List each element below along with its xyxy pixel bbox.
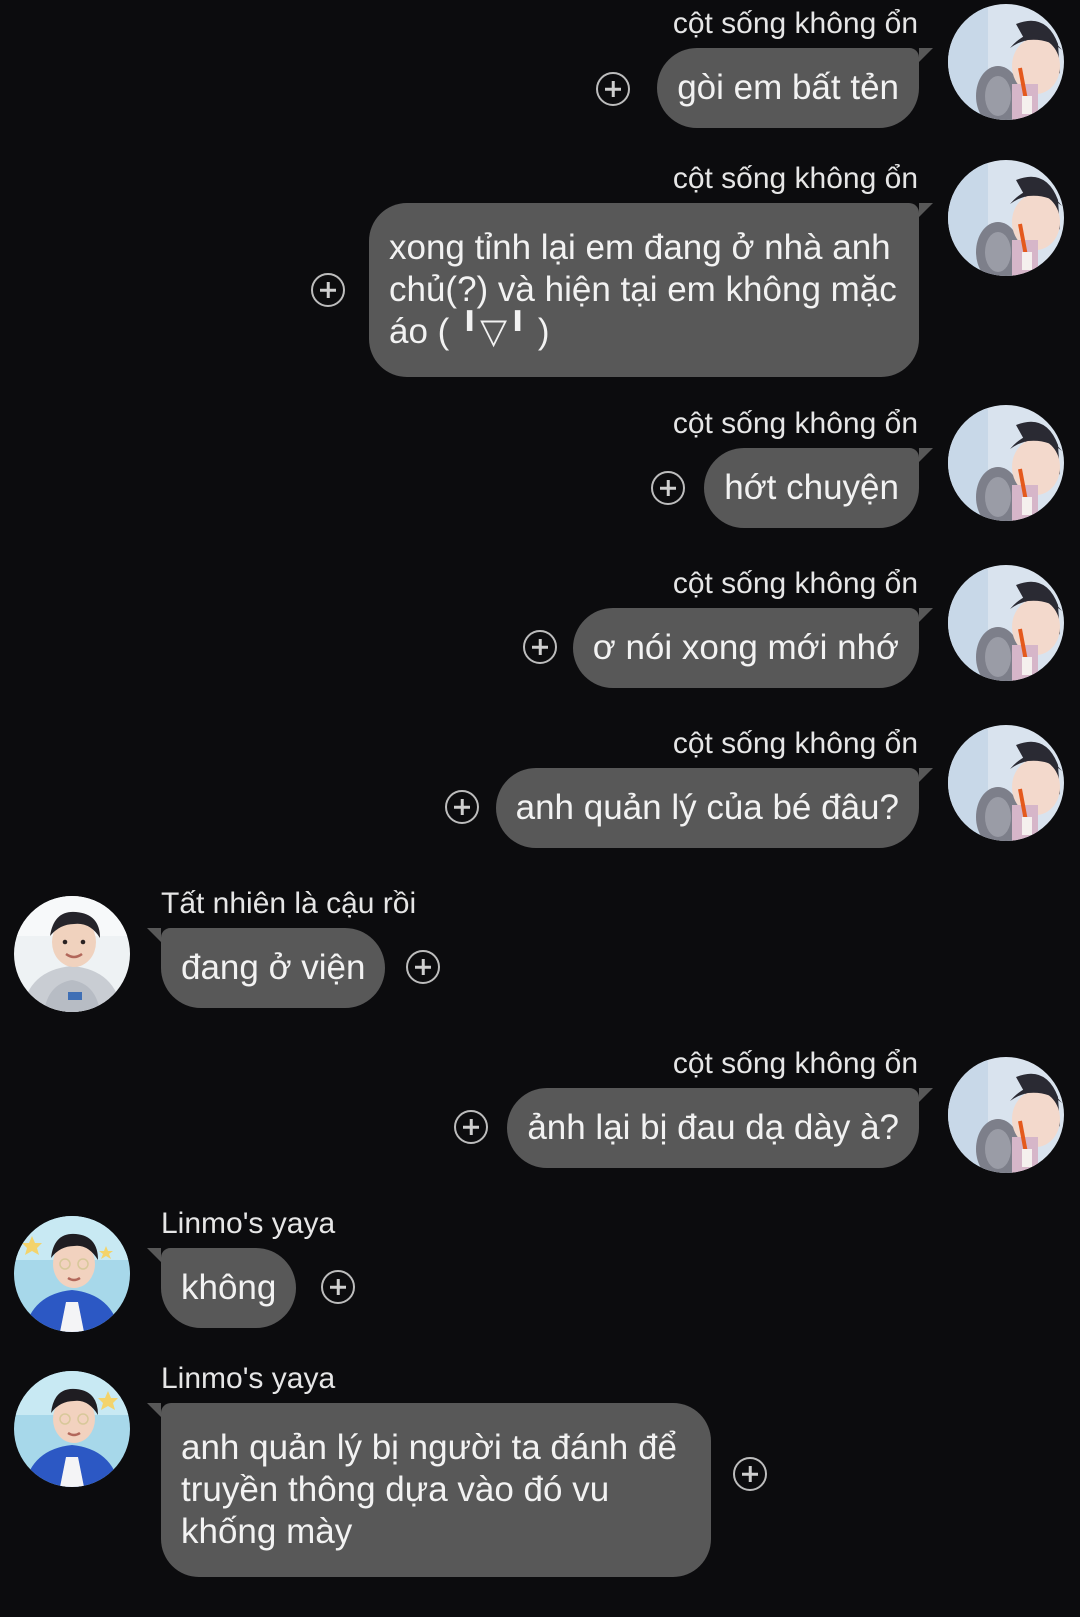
avatar[interactable]: [14, 1216, 130, 1332]
sender-name: cột sống không ổn: [672, 407, 918, 440]
avatar[interactable]: [948, 1057, 1064, 1173]
add-reaction-icon[interactable]: [311, 273, 345, 307]
message-bubble[interactable]: anh quản lý của bé đâu?: [495, 768, 934, 848]
message-bubble[interactable]: hớt chuyện: [704, 448, 933, 528]
message-bubble[interactable]: đang ở viện: [146, 928, 386, 1008]
avatar-photo: [948, 565, 1064, 681]
avatar-photo: [948, 1057, 1064, 1173]
sender-name: cột sống không ổn: [672, 1047, 918, 1080]
message-bubble[interactable]: xong tỉnh lại em đang ở nhà anh chủ(?) v…: [369, 203, 933, 377]
message-bubble[interactable]: gòi em bất tẻn: [657, 48, 933, 128]
sender-name: Linmo's yaya: [161, 1207, 336, 1240]
add-reaction-icon[interactable]: [651, 471, 685, 505]
avatar[interactable]: [14, 896, 130, 1012]
add-reaction-icon[interactable]: [596, 72, 630, 106]
message-bubble[interactable]: anh quản lý bị người ta đánh để truyền t…: [147, 1403, 711, 1577]
avatar[interactable]: [14, 1371, 130, 1487]
avatar-photo: [948, 725, 1064, 841]
sender-name: Linmo's yaya: [161, 1362, 336, 1395]
sender-name: cột sống không ổn: [672, 7, 918, 40]
sender-name: cột sống không ổn: [672, 567, 918, 600]
add-reaction-icon[interactable]: [321, 1270, 355, 1304]
avatar[interactable]: [948, 725, 1064, 841]
avatar-photo: [14, 1371, 130, 1487]
avatar[interactable]: [948, 405, 1064, 521]
avatar-photo: [948, 405, 1064, 521]
avatar[interactable]: [948, 160, 1064, 276]
sender-name: cột sống không ổn: [672, 727, 918, 760]
avatar-photo: [948, 160, 1064, 276]
add-reaction-icon[interactable]: [733, 1457, 767, 1491]
add-reaction-icon[interactable]: [454, 1110, 488, 1144]
sender-name: Tất nhiên là cậu rồi: [161, 887, 417, 920]
add-reaction-icon[interactable]: [445, 790, 479, 824]
add-reaction-icon[interactable]: [523, 630, 557, 664]
avatar-photo: [948, 4, 1064, 120]
avatar-photo: [14, 1216, 130, 1332]
message-bubble[interactable]: không: [146, 1248, 297, 1328]
chat-thread[interactable]: cột sống không ổn gòi em bất tẻn cột sốn…: [0, 0, 1080, 1617]
add-reaction-icon[interactable]: [406, 950, 440, 984]
sender-name: cột sống không ổn: [672, 162, 918, 195]
message-bubble[interactable]: ơ nói xong mới nhớ: [572, 608, 934, 688]
message-bubble[interactable]: ảnh lại bị đau dạ dày à?: [507, 1088, 933, 1168]
avatar[interactable]: [948, 565, 1064, 681]
avatar-photo: [14, 896, 130, 1012]
avatar[interactable]: [948, 4, 1064, 120]
